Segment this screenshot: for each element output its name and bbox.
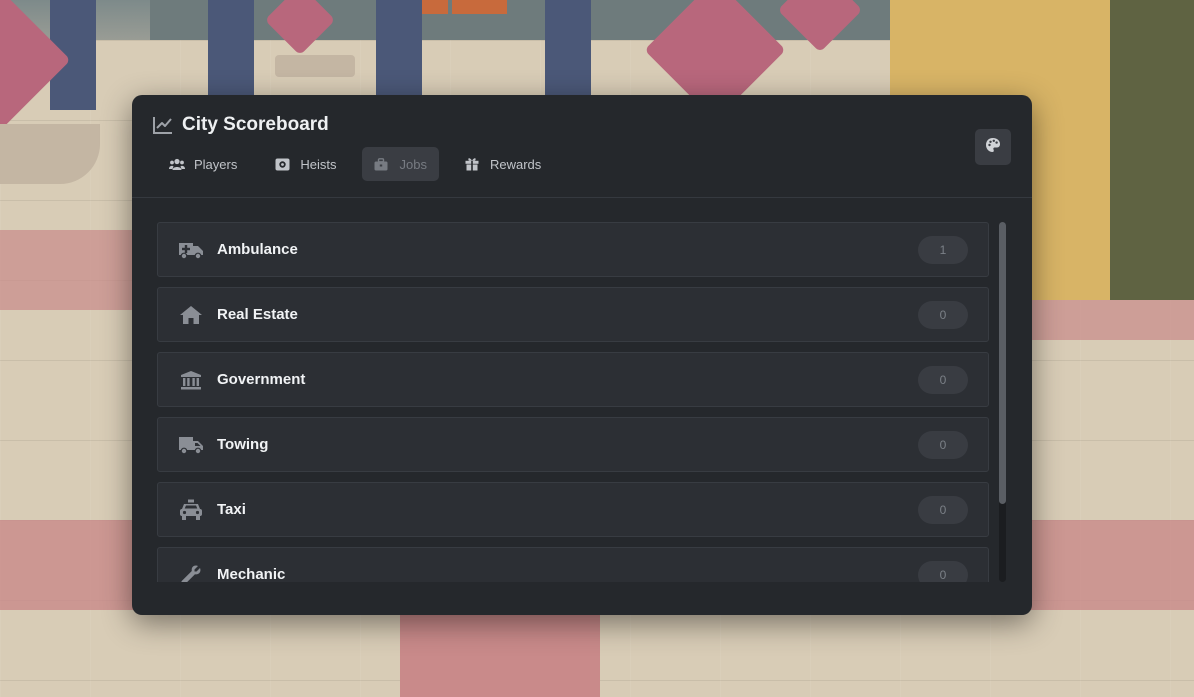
- chart-line-icon: [152, 115, 174, 135]
- job-count-badge: 0: [918, 495, 968, 524]
- planter: [275, 55, 355, 77]
- tab-players[interactable]: Players: [157, 147, 249, 181]
- landmark-icon: [178, 369, 204, 391]
- gift-icon: [465, 157, 481, 171]
- house-icon: [178, 304, 204, 326]
- scrollbar-thumb[interactable]: [999, 222, 1006, 504]
- ambulance-icon: [178, 239, 204, 261]
- jobs-list[interactable]: Ambulance 1 Real Estate 0 Government 0 T…: [157, 222, 989, 582]
- list-item[interactable]: Ambulance 1: [157, 222, 989, 277]
- building-wall-shadow: [1110, 0, 1194, 300]
- job-label: Mechanic: [217, 566, 286, 582]
- vault-icon: [275, 157, 291, 171]
- users-icon: [169, 157, 185, 171]
- planter: [0, 124, 100, 184]
- theme-button[interactable]: [975, 129, 1011, 165]
- list-item[interactable]: Taxi 0: [157, 482, 989, 537]
- tab-heists[interactable]: Heists: [263, 147, 348, 181]
- job-count-badge: 0: [918, 300, 968, 329]
- job-count-badge: 0: [918, 430, 968, 459]
- job-label: Ambulance: [217, 241, 298, 258]
- tab-label: Players: [194, 156, 238, 172]
- page-title: City Scoreboard: [182, 114, 329, 135]
- job-count-badge: 0: [918, 560, 968, 582]
- list-item[interactable]: Towing 0: [157, 417, 989, 472]
- panel-header: City Scoreboard Players Heists Jobs Rewa…: [132, 95, 1032, 198]
- tab-label: Heists: [300, 156, 337, 172]
- job-count-badge: 1: [918, 235, 968, 264]
- taxi-icon: [178, 499, 204, 521]
- job-label: Real Estate: [217, 306, 298, 323]
- scoreboard-panel: City Scoreboard Players Heists Jobs Rewa…: [132, 95, 1032, 615]
- list-item[interactable]: Real Estate 0: [157, 287, 989, 342]
- pillar: [208, 0, 254, 100]
- tab-bar: Players Heists Jobs Rewards: [157, 147, 567, 181]
- briefcase-icon: [374, 157, 390, 171]
- list-item[interactable]: Government 0: [157, 352, 989, 407]
- job-label: Towing: [217, 436, 269, 453]
- job-label: Government: [217, 371, 306, 388]
- scrollbar-track[interactable]: [999, 222, 1006, 582]
- pillar: [376, 0, 422, 100]
- tab-label: Rewards: [489, 156, 542, 172]
- title-row: City Scoreboard: [152, 114, 329, 136]
- tab-jobs[interactable]: Jobs: [362, 147, 439, 181]
- tab-label: Jobs: [399, 156, 427, 172]
- list-item[interactable]: Mechanic 0: [157, 547, 989, 582]
- truck-icon: [178, 434, 204, 456]
- job-label: Taxi: [217, 501, 246, 518]
- floor-tile-strip: [0, 230, 140, 310]
- palette-icon: [985, 137, 1001, 158]
- floor-tile-strip: [400, 610, 600, 697]
- job-count-badge: 0: [918, 365, 968, 394]
- wrench-icon: [178, 564, 204, 582]
- awning: [452, 0, 507, 14]
- tab-rewards[interactable]: Rewards: [453, 147, 553, 181]
- pillar: [545, 0, 591, 100]
